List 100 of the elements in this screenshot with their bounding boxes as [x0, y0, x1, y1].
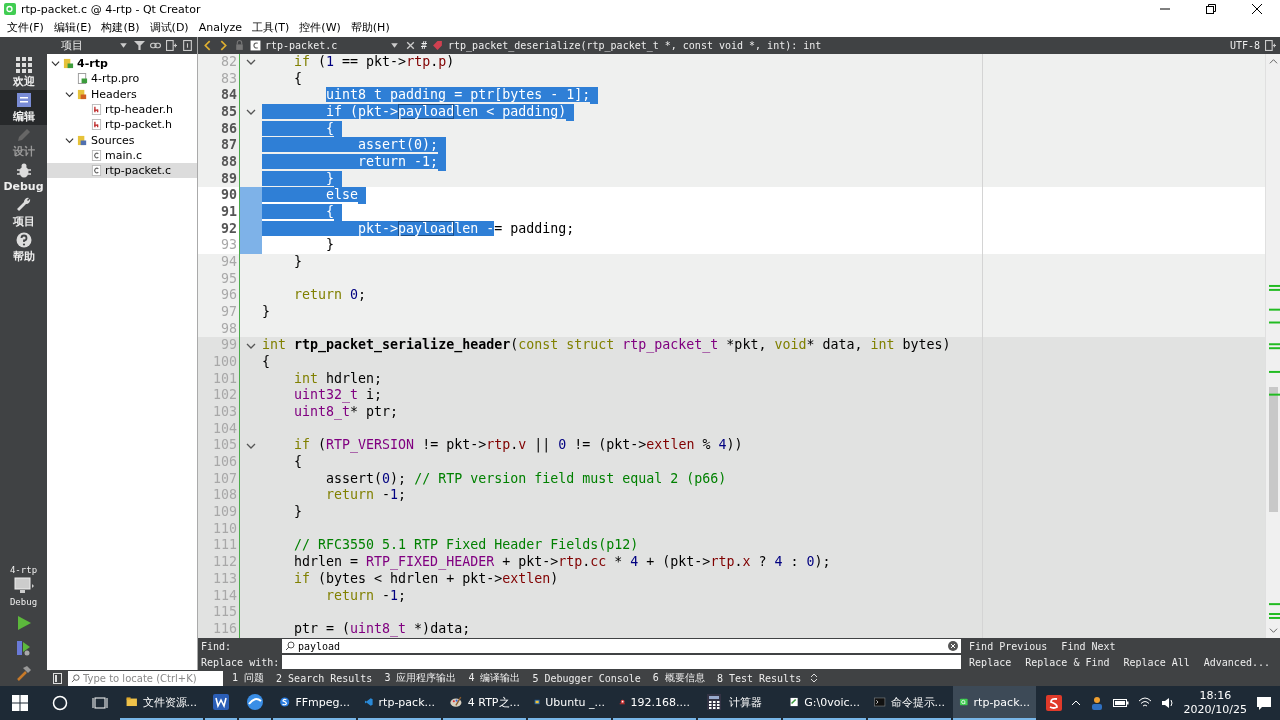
windows-icon: [12, 695, 28, 711]
output-tab[interactable]: 3 应用程序输出: [381, 671, 460, 685]
up-down-icon[interactable]: [810, 673, 819, 683]
line-number: 88: [198, 154, 240, 171]
split-icon[interactable]: [166, 40, 177, 51]
code-line: else: [262, 187, 367, 203]
chevron-down-icon[interactable]: [51, 59, 60, 69]
caret-icon[interactable]: [118, 40, 129, 51]
replace-button[interactable]: Replace & Find: [1025, 656, 1110, 668]
menu-item[interactable]: 控件(W): [294, 20, 346, 35]
tree-item[interactable]: main.c: [47, 147, 197, 164]
close-panel-icon[interactable]: [182, 40, 193, 51]
tree-item[interactable]: Headers: [47, 86, 197, 102]
sidebar-toggle-icon[interactable]: [53, 672, 62, 684]
taskbar-app[interactable]: G:\0voic...: [783, 686, 866, 720]
split-icon[interactable]: [1265, 40, 1276, 51]
chevron-up-icon[interactable]: [1070, 698, 1081, 708]
mode-button[interactable]: 欢迎: [0, 55, 47, 90]
taskbar-app[interactable]: 命令提示...: [868, 686, 951, 720]
taskbar-app[interactable]: 文件资源...: [120, 686, 203, 720]
tag-icon: [432, 40, 444, 51]
scroll-thumb[interactable]: [1269, 387, 1278, 512]
qt-icon: [4, 3, 16, 15]
tree-item[interactable]: rtp-packet.h: [47, 117, 197, 133]
clock-date: 2020/10/25: [1183, 703, 1247, 717]
back-icon[interactable]: [202, 40, 213, 51]
output-tab[interactable]: 6 概要信息: [649, 671, 708, 685]
output-tab[interactable]: 2 Search Results: [273, 672, 376, 684]
tree-item[interactable]: Sources: [47, 132, 197, 148]
scroll-up-icon[interactable]: [1268, 57, 1278, 66]
find-input[interactable]: payload: [298, 640, 946, 652]
taskbar-app[interactable]: FFmpeg...: [273, 686, 356, 720]
file-selector[interactable]: rtp-packet.c: [250, 40, 400, 51]
tree-item[interactable]: rtp-header.h: [47, 101, 197, 118]
locate-field[interactable]: Type to locate (Ctrl+K): [68, 670, 223, 686]
close-icon: [1252, 4, 1262, 14]
line-number: 97: [198, 304, 240, 321]
find-field[interactable]: payload: [282, 639, 962, 653]
forward-icon[interactable]: [218, 40, 229, 51]
code-line: pkt->payloadlen -= padding;: [262, 220, 575, 236]
taskbar-app[interactable]: 计算器: [698, 686, 781, 720]
chevron-down-icon[interactable]: [65, 89, 74, 99]
menu-item[interactable]: 帮助(H): [345, 20, 395, 35]
build-config-label: Debug: [9, 597, 38, 607]
filter-icon[interactable]: [134, 40, 145, 51]
taskbar-app[interactable]: 4 RTP之...: [443, 686, 526, 720]
link-icon[interactable]: [150, 40, 161, 51]
find-button[interactable]: Find Previous: [969, 640, 1048, 652]
run-icon[interactable]: [16, 616, 31, 630]
code-line: return -1;: [325, 487, 407, 503]
menu-item[interactable]: Analyze: [193, 21, 248, 34]
code-line: ptr = (uint8_t *)data;: [293, 620, 471, 636]
taskbar-app[interactable]: 192.168....: [613, 686, 696, 720]
caret-icon: [389, 40, 400, 51]
code-line: if (1 == pkt->rtp.p): [293, 54, 455, 69]
battery-icon[interactable]: [1112, 697, 1129, 709]
output-tab[interactable]: 8 Test Results: [713, 672, 805, 684]
replace-field[interactable]: [282, 655, 962, 669]
mode-button[interactable]: 项目: [0, 195, 47, 230]
window-title: rtp-packet.c @ 4-rtp - Qt Creator: [21, 2, 202, 16]
chevron-down-icon[interactable]: [65, 135, 74, 145]
replace-button[interactable]: Advanced...: [1203, 656, 1270, 668]
browser-icon: [245, 692, 265, 712]
menu-item[interactable]: 编辑(E): [48, 20, 97, 35]
code-line: if (RTP_VERSION != pkt->rtp.v || 0 != (pkt->extlen % 4)): [293, 437, 743, 453]
mode-button[interactable]: 编辑: [0, 90, 47, 125]
restore-icon: [1206, 4, 1216, 14]
scrollbar[interactable]: [1265, 54, 1280, 638]
close-icon[interactable]: [405, 40, 416, 51]
find-button[interactable]: Find Next: [1061, 640, 1116, 652]
menu-item[interactable]: 文件(F): [2, 20, 49, 35]
taskbar-app[interactable]: Ubuntu _...: [528, 686, 611, 720]
hammer-icon[interactable]: [16, 666, 31, 681]
menu-item[interactable]: 构建(B): [96, 20, 145, 35]
mode-button[interactable]: Debug: [0, 160, 47, 195]
output-tab[interactable]: 4 编译输出: [465, 671, 524, 685]
clear-icon[interactable]: [948, 641, 959, 651]
tree-item[interactable]: 4-rtp.pro: [47, 71, 197, 87]
mode-button[interactable]: 帮助: [0, 230, 47, 265]
menu-item[interactable]: 调试(D): [144, 20, 194, 35]
taskbar-app[interactable]: rtp-pack...: [358, 686, 441, 720]
line-number: 116: [198, 620, 240, 638]
wifi-icon[interactable]: [1137, 697, 1152, 709]
debug-run-icon[interactable]: [16, 640, 31, 656]
input-method-icon[interactable]: [1045, 695, 1062, 711]
notification-icon[interactable]: [1256, 695, 1272, 711]
menu-item[interactable]: 工具(T): [247, 20, 295, 35]
person-icon[interactable]: [1089, 696, 1104, 710]
tree-item[interactable]: rtp-packet.c: [47, 163, 197, 179]
tree-item[interactable]: 4-rtp: [47, 56, 197, 72]
encoding-label[interactable]: UTF-8: [1229, 40, 1260, 51]
monitor-icon[interactable]: [13, 577, 34, 595]
replace-button[interactable]: Replace All: [1123, 656, 1190, 668]
replace-button[interactable]: Replace: [969, 656, 1012, 668]
output-tab[interactable]: 1 问题: [229, 671, 268, 685]
symbol-selector[interactable]: rtp_packet_deserialize(rtp_packet_t *, const void *, int): int: [448, 40, 1225, 51]
output-tab[interactable]: 5 Debugger Console: [529, 672, 644, 684]
taskbar-app[interactable]: rtp-pack...: [953, 686, 1036, 720]
scroll-down-icon[interactable]: [1268, 626, 1278, 635]
speaker-icon[interactable]: [1160, 697, 1175, 709]
